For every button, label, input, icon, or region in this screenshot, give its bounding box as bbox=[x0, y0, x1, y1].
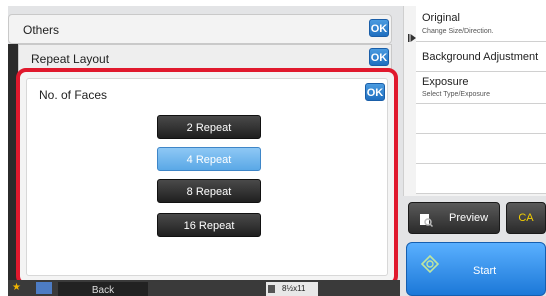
others-title: Others bbox=[23, 23, 60, 37]
paper-size-label: 8½x11 bbox=[282, 284, 306, 293]
copy-settings-screen: Others OK Repeat Layout OK No. of Faces … bbox=[8, 6, 546, 296]
no-of-faces-ok-button[interactable]: OK bbox=[365, 83, 385, 101]
empty-setting-slot-1 bbox=[416, 104, 546, 134]
option-2-repeat[interactable]: 2 Repeat bbox=[157, 115, 261, 139]
star-icon[interactable]: ★ bbox=[12, 282, 21, 293]
others-ok-button[interactable]: OK bbox=[369, 19, 389, 37]
original-label: Original bbox=[422, 12, 460, 24]
background-adjustment-label: Background Adjustment bbox=[422, 51, 539, 63]
original-setting[interactable]: Original Change Size/Direction. bbox=[416, 6, 546, 42]
no-of-faces-dialog: No. of Faces OK 2 Repeat 4 Repeat 8 Repe… bbox=[26, 78, 388, 276]
settings-column: Original Change Size/Direction. Backgrou… bbox=[403, 6, 546, 196]
start-label: Start bbox=[473, 265, 497, 277]
preview-label: Preview bbox=[449, 212, 489, 224]
preview-button[interactable]: Preview bbox=[408, 202, 500, 234]
clear-all-button[interactable]: CA bbox=[506, 202, 546, 234]
option-16-repeat[interactable]: 16 Repeat bbox=[157, 213, 261, 237]
repeat-layout-title: Repeat Layout bbox=[31, 52, 110, 66]
paper-size-indicator: 8½x11 bbox=[266, 282, 318, 296]
start-icon bbox=[421, 255, 439, 273]
back-button[interactable]: Back bbox=[58, 282, 148, 296]
repeat-layout-ok-button[interactable]: OK bbox=[369, 48, 389, 66]
chevron-down-icon[interactable] bbox=[36, 282, 52, 294]
background-adjustment-setting[interactable]: Background Adjustment bbox=[416, 42, 546, 72]
exposure-sublabel: Select Type/Exposure bbox=[422, 91, 490, 98]
others-panel: Others OK bbox=[8, 14, 392, 44]
paper-tray-icon bbox=[268, 285, 275, 293]
highlight-frame: No. of Faces OK 2 Repeat 4 Repeat 8 Repe… bbox=[16, 68, 398, 286]
option-4-repeat[interactable]: 4 Repeat bbox=[157, 147, 261, 171]
exposure-label: Exposure bbox=[422, 76, 469, 88]
empty-setting-slot-2 bbox=[416, 134, 546, 164]
exposure-setting[interactable]: Exposure Select Type/Exposure bbox=[416, 72, 546, 104]
no-of-faces-title: No. of Faces bbox=[39, 88, 108, 102]
play-icon bbox=[408, 34, 416, 42]
empty-setting-slot-3 bbox=[416, 164, 546, 194]
option-8-repeat[interactable]: 8 Repeat bbox=[157, 179, 261, 203]
start-button[interactable]: Start bbox=[406, 242, 546, 296]
preview-icon bbox=[420, 214, 433, 227]
original-sublabel: Change Size/Direction. bbox=[422, 28, 494, 35]
